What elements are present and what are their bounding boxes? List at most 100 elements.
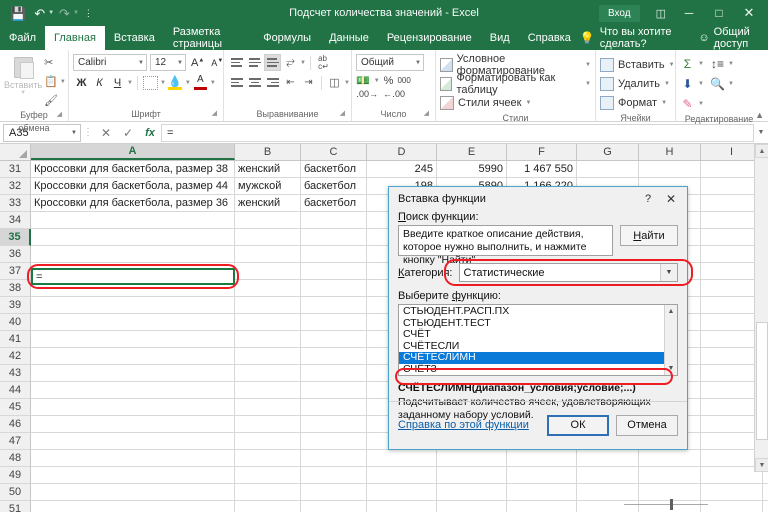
column-header-b[interactable]: B: [235, 144, 301, 160]
cell-E50[interactable]: [437, 484, 507, 501]
active-cell-a35[interactable]: =: [31, 268, 235, 285]
chevron-down-icon[interactable]: ▼: [669, 62, 675, 68]
find-button[interactable]: Найти: [620, 225, 678, 246]
row-header-48[interactable]: 48: [0, 450, 31, 467]
row-header-31[interactable]: 31: [0, 161, 31, 178]
column-header-d[interactable]: D: [367, 144, 437, 160]
underline-dropdown-icon[interactable]: ▼: [127, 80, 133, 86]
cell-E31[interactable]: 5990: [437, 161, 507, 178]
undo-icon[interactable]: ↶: [31, 5, 48, 22]
align-bottom-button[interactable]: [264, 54, 281, 71]
number-dialog-launcher-icon[interactable]: ◢: [424, 107, 429, 120]
zoom-thumb[interactable]: [669, 498, 673, 510]
cell-C34[interactable]: [301, 212, 367, 229]
cell-B31[interactable]: женский: [235, 161, 301, 178]
cell-A45[interactable]: [31, 399, 235, 416]
cell-B37[interactable]: [235, 263, 301, 280]
cell-F50[interactable]: [507, 484, 577, 501]
cell-B39[interactable]: [235, 297, 301, 314]
cell-A51[interactable]: [31, 501, 235, 512]
chevron-down-icon[interactable]: ▼: [585, 62, 591, 68]
search-input[interactable]: Введите краткое описание действия, котор…: [398, 225, 613, 266]
cell-C40[interactable]: [301, 314, 367, 331]
borders-dropdown-icon[interactable]: ▼: [160, 80, 166, 86]
column-header-f[interactable]: F: [507, 144, 577, 160]
cell-D49[interactable]: [367, 467, 437, 484]
tell-me-box[interactable]: 💡 Что вы хотите сделать?: [580, 26, 680, 50]
close-icon[interactable]: ✕: [734, 0, 764, 26]
ok-button[interactable]: ОК: [547, 414, 609, 436]
cell-A33[interactable]: Кроссовки для баскетбола, размер 36: [31, 195, 235, 212]
select-all-corner[interactable]: [0, 144, 31, 160]
row-header-45[interactable]: 45: [0, 399, 31, 416]
clear-icon[interactable]: ✎: [680, 97, 695, 111]
cell-B49[interactable]: [235, 467, 301, 484]
tab-file[interactable]: Файл: [0, 26, 45, 50]
fill-color-button[interactable]: 💧: [167, 74, 184, 91]
undo-dropdown-icon[interactable]: ▼: [48, 10, 54, 16]
cell-D31[interactable]: 245: [367, 161, 437, 178]
help-icon[interactable]: ?: [637, 193, 659, 205]
row-header-49[interactable]: 49: [0, 467, 31, 484]
borders-button[interactable]: [142, 74, 159, 91]
column-header-e[interactable]: E: [437, 144, 507, 160]
cell-C38[interactable]: [301, 280, 367, 297]
cell-B50[interactable]: [235, 484, 301, 501]
row-header-33[interactable]: 33: [0, 195, 31, 212]
currency-dropdown-icon[interactable]: ▼: [374, 78, 380, 84]
chevron-down-icon[interactable]: ▼: [525, 100, 531, 106]
cell-C50[interactable]: [301, 484, 367, 501]
sign-in-button[interactable]: Вход: [598, 4, 640, 22]
cell-C31[interactable]: баскетбол: [301, 161, 367, 178]
row-header-32[interactable]: 32: [0, 178, 31, 195]
cell-B48[interactable]: [235, 450, 301, 467]
share-button[interactable]: ☺ Общий доступ: [698, 26, 761, 50]
category-select[interactable]: Статистические ▼: [458, 263, 678, 282]
cell-F48[interactable]: [507, 450, 577, 467]
redo-icon[interactable]: ↷: [56, 5, 73, 22]
row-header-47[interactable]: 47: [0, 433, 31, 450]
cell-E49[interactable]: [437, 467, 507, 484]
chevron-down-icon[interactable]: ▼: [134, 60, 144, 66]
scroll-down-icon[interactable]: ▼: [665, 362, 677, 375]
cell-B34[interactable]: [235, 212, 301, 229]
column-header-c[interactable]: C: [301, 144, 367, 160]
fill-dropdown-icon[interactable]: ▼: [698, 81, 704, 87]
customize-qat-icon[interactable]: ⋮: [81, 7, 96, 20]
tab-help[interactable]: Справка: [519, 26, 580, 50]
format-as-table-button[interactable]: Форматировать как таблицу ▼: [440, 72, 591, 96]
font-color-button[interactable]: A: [192, 74, 209, 91]
comma-style-button[interactable]: 000: [397, 76, 410, 85]
cell-B38[interactable]: [235, 280, 301, 297]
cell-H48[interactable]: [639, 450, 701, 467]
close-icon[interactable]: ✕: [659, 192, 683, 206]
cell-A48[interactable]: [31, 450, 235, 467]
scroll-up-icon[interactable]: ▲: [665, 305, 677, 318]
cell-J51[interactable]: [763, 501, 768, 512]
cell-B42[interactable]: [235, 348, 301, 365]
vertical-scrollbar[interactable]: ▲ ▼: [754, 144, 768, 472]
minimize-icon[interactable]: ─: [674, 0, 704, 26]
bold-button[interactable]: Ж: [73, 74, 90, 91]
decrease-indent-button[interactable]: ⇤: [282, 74, 299, 91]
cell-C44[interactable]: [301, 382, 367, 399]
cell-B43[interactable]: [235, 365, 301, 382]
wrap-text-button[interactable]: ab c↵: [315, 54, 332, 71]
sort-filter-icon[interactable]: ↕≡: [710, 57, 725, 71]
cell-B40[interactable]: [235, 314, 301, 331]
ribbon-display-options-icon[interactable]: ◫: [648, 5, 674, 22]
chevron-down-icon[interactable]: ▼: [173, 60, 183, 66]
autosum-icon[interactable]: Σ: [680, 57, 695, 71]
delete-cells-button[interactable]: Удалить ▼: [600, 74, 670, 93]
chevron-down-icon[interactable]: ▼: [661, 100, 667, 106]
cell-A42[interactable]: [31, 348, 235, 365]
cell-C51[interactable]: [301, 501, 367, 512]
cell-F51[interactable]: [507, 501, 577, 512]
align-middle-button[interactable]: [246, 54, 263, 71]
cell-B46[interactable]: [235, 416, 301, 433]
tab-view[interactable]: Вид: [481, 26, 519, 50]
function-list-item[interactable]: СЧЁТ: [399, 328, 664, 341]
cell-B51[interactable]: [235, 501, 301, 512]
cell-C43[interactable]: [301, 365, 367, 382]
row-header-42[interactable]: 42: [0, 348, 31, 365]
